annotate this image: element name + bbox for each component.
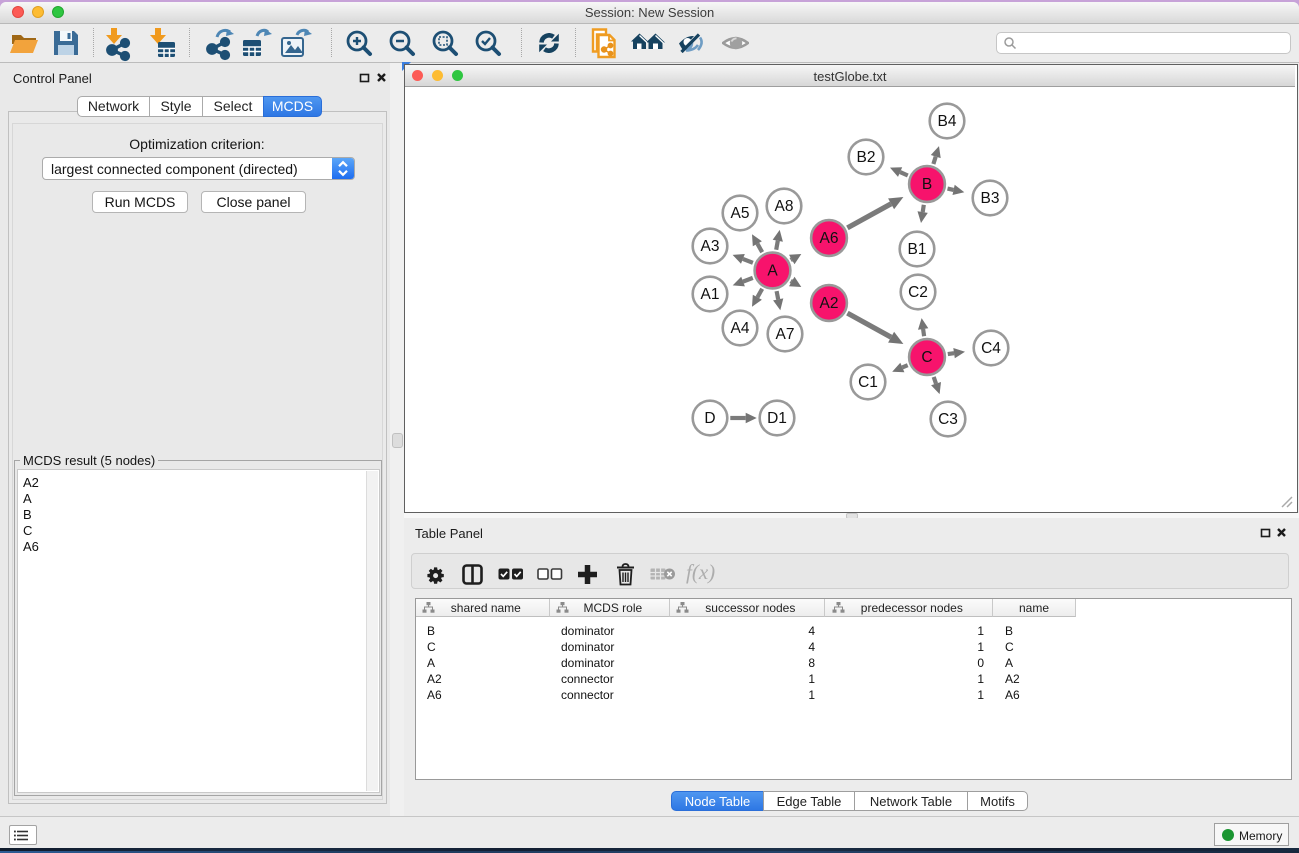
svg-text:D1: D1 bbox=[767, 410, 787, 427]
svg-text:D: D bbox=[704, 410, 715, 427]
svg-text:C: C bbox=[921, 349, 932, 366]
svg-text:A8: A8 bbox=[775, 198, 794, 215]
svg-text:A6: A6 bbox=[820, 230, 839, 247]
svg-text:B2: B2 bbox=[857, 149, 876, 166]
svg-text:C4: C4 bbox=[981, 340, 1001, 357]
svg-text:C2: C2 bbox=[908, 284, 928, 301]
svg-text:A5: A5 bbox=[731, 205, 750, 222]
svg-text:B: B bbox=[922, 176, 932, 193]
svg-text:A4: A4 bbox=[731, 320, 750, 337]
svg-text:C1: C1 bbox=[858, 374, 878, 391]
svg-text:A7: A7 bbox=[776, 326, 795, 343]
svg-text:A: A bbox=[767, 263, 778, 280]
svg-text:B1: B1 bbox=[908, 241, 927, 258]
svg-text:B3: B3 bbox=[981, 190, 1000, 207]
svg-text:A2: A2 bbox=[820, 295, 839, 312]
svg-text:B4: B4 bbox=[938, 113, 957, 130]
svg-text:A1: A1 bbox=[701, 286, 720, 303]
svg-text:A3: A3 bbox=[701, 238, 720, 255]
svg-text:C3: C3 bbox=[938, 411, 958, 428]
